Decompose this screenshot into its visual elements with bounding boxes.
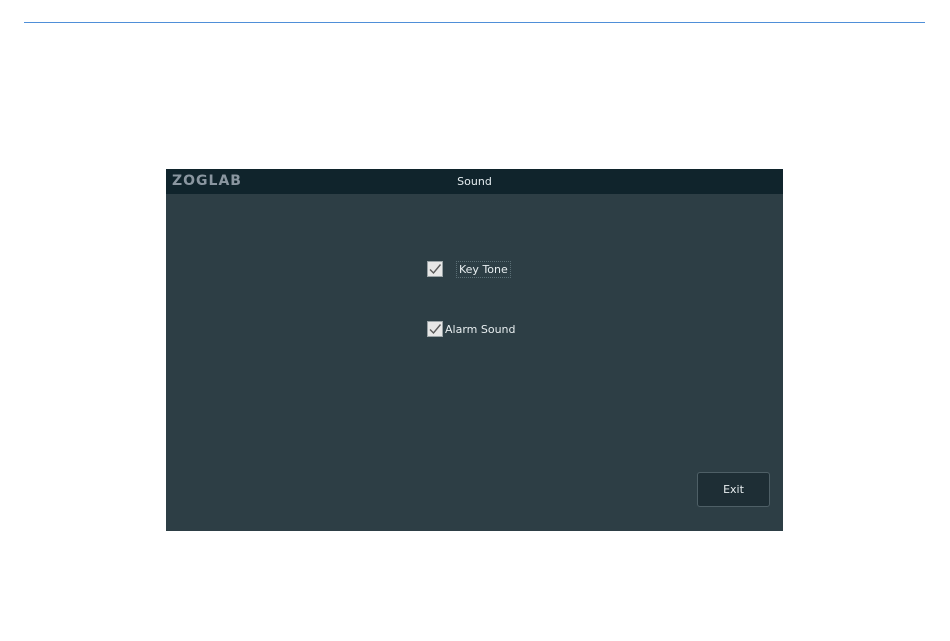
exit-button[interactable]: Exit [697,472,770,507]
checkmark-icon [429,264,442,275]
alarm-sound-label[interactable]: Alarm Sound [445,323,516,336]
title-bar: ZOGLAB Sound [166,169,783,194]
alarm-sound-option[interactable]: Alarm Sound [427,320,516,338]
top-divider [24,22,925,23]
key-tone-checkbox[interactable] [427,261,443,277]
checkmark-icon [429,324,442,335]
sound-settings-screen: ZOGLAB Sound Key Tone Alarm Sound Exit [166,169,783,531]
alarm-sound-checkbox[interactable] [427,321,443,337]
key-tone-label[interactable]: Key Tone [456,260,511,278]
key-tone-option[interactable]: Key Tone [427,260,511,278]
screen-title: Sound [457,175,492,188]
